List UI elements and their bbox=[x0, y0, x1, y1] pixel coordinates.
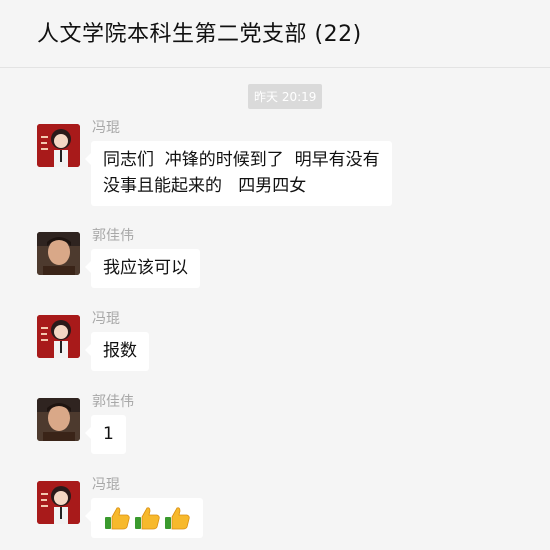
sender-name: 郭佳伟 bbox=[92, 228, 134, 244]
thumbs-up-icon bbox=[165, 507, 190, 530]
chat-header: 人文学院本科生第二党支部 (22) bbox=[0, 0, 550, 68]
message-bubble[interactable]: 报数 bbox=[85, 332, 149, 371]
avatar[interactable] bbox=[37, 315, 80, 358]
thumbs-up-icon bbox=[135, 507, 160, 530]
cartoon-girl-red-avatar bbox=[37, 124, 80, 167]
message-list[interactable]: 昨天 20:19 冯琨 同志们 冲锋的时候到了 明早有没有 没事且能起来的 四男… bbox=[0, 69, 550, 550]
avatar[interactable] bbox=[37, 124, 80, 167]
message-text-line: 没事且能起来的 四男四女 bbox=[103, 176, 307, 196]
avatar[interactable] bbox=[37, 481, 80, 524]
avatar[interactable] bbox=[37, 232, 80, 275]
message-text-line: 我应该可以 bbox=[103, 258, 188, 278]
man-photo-avatar bbox=[37, 232, 80, 275]
message-text-line: 同志们 冲锋的时候到了 明早有没有 bbox=[103, 150, 380, 170]
chat-title: 人文学院本科生第二党支部 (22) bbox=[37, 22, 362, 47]
sender-name: 冯琨 bbox=[92, 311, 120, 327]
cartoon-girl-red-avatar bbox=[37, 481, 80, 524]
message-bubble[interactable] bbox=[85, 498, 203, 538]
message-text-line: 报数 bbox=[103, 341, 137, 361]
emoji-row bbox=[103, 504, 191, 531]
avatar[interactable] bbox=[37, 398, 80, 441]
cartoon-girl-red-avatar bbox=[37, 315, 80, 358]
message-bubble[interactable]: 1 bbox=[85, 415, 126, 454]
sender-name: 郭佳伟 bbox=[92, 394, 134, 410]
message-bubble[interactable]: 同志们 冲锋的时候到了 明早有没有 没事且能起来的 四男四女 bbox=[85, 141, 392, 206]
sender-name: 冯琨 bbox=[92, 477, 120, 493]
message-timestamp: 昨天 20:19 bbox=[248, 84, 323, 109]
thumbs-up-icon bbox=[105, 507, 130, 530]
message-text-line: 1 bbox=[103, 424, 114, 444]
message-bubble[interactable]: 我应该可以 bbox=[85, 249, 200, 288]
man-photo-avatar bbox=[37, 398, 80, 441]
sender-name: 冯琨 bbox=[92, 120, 120, 136]
